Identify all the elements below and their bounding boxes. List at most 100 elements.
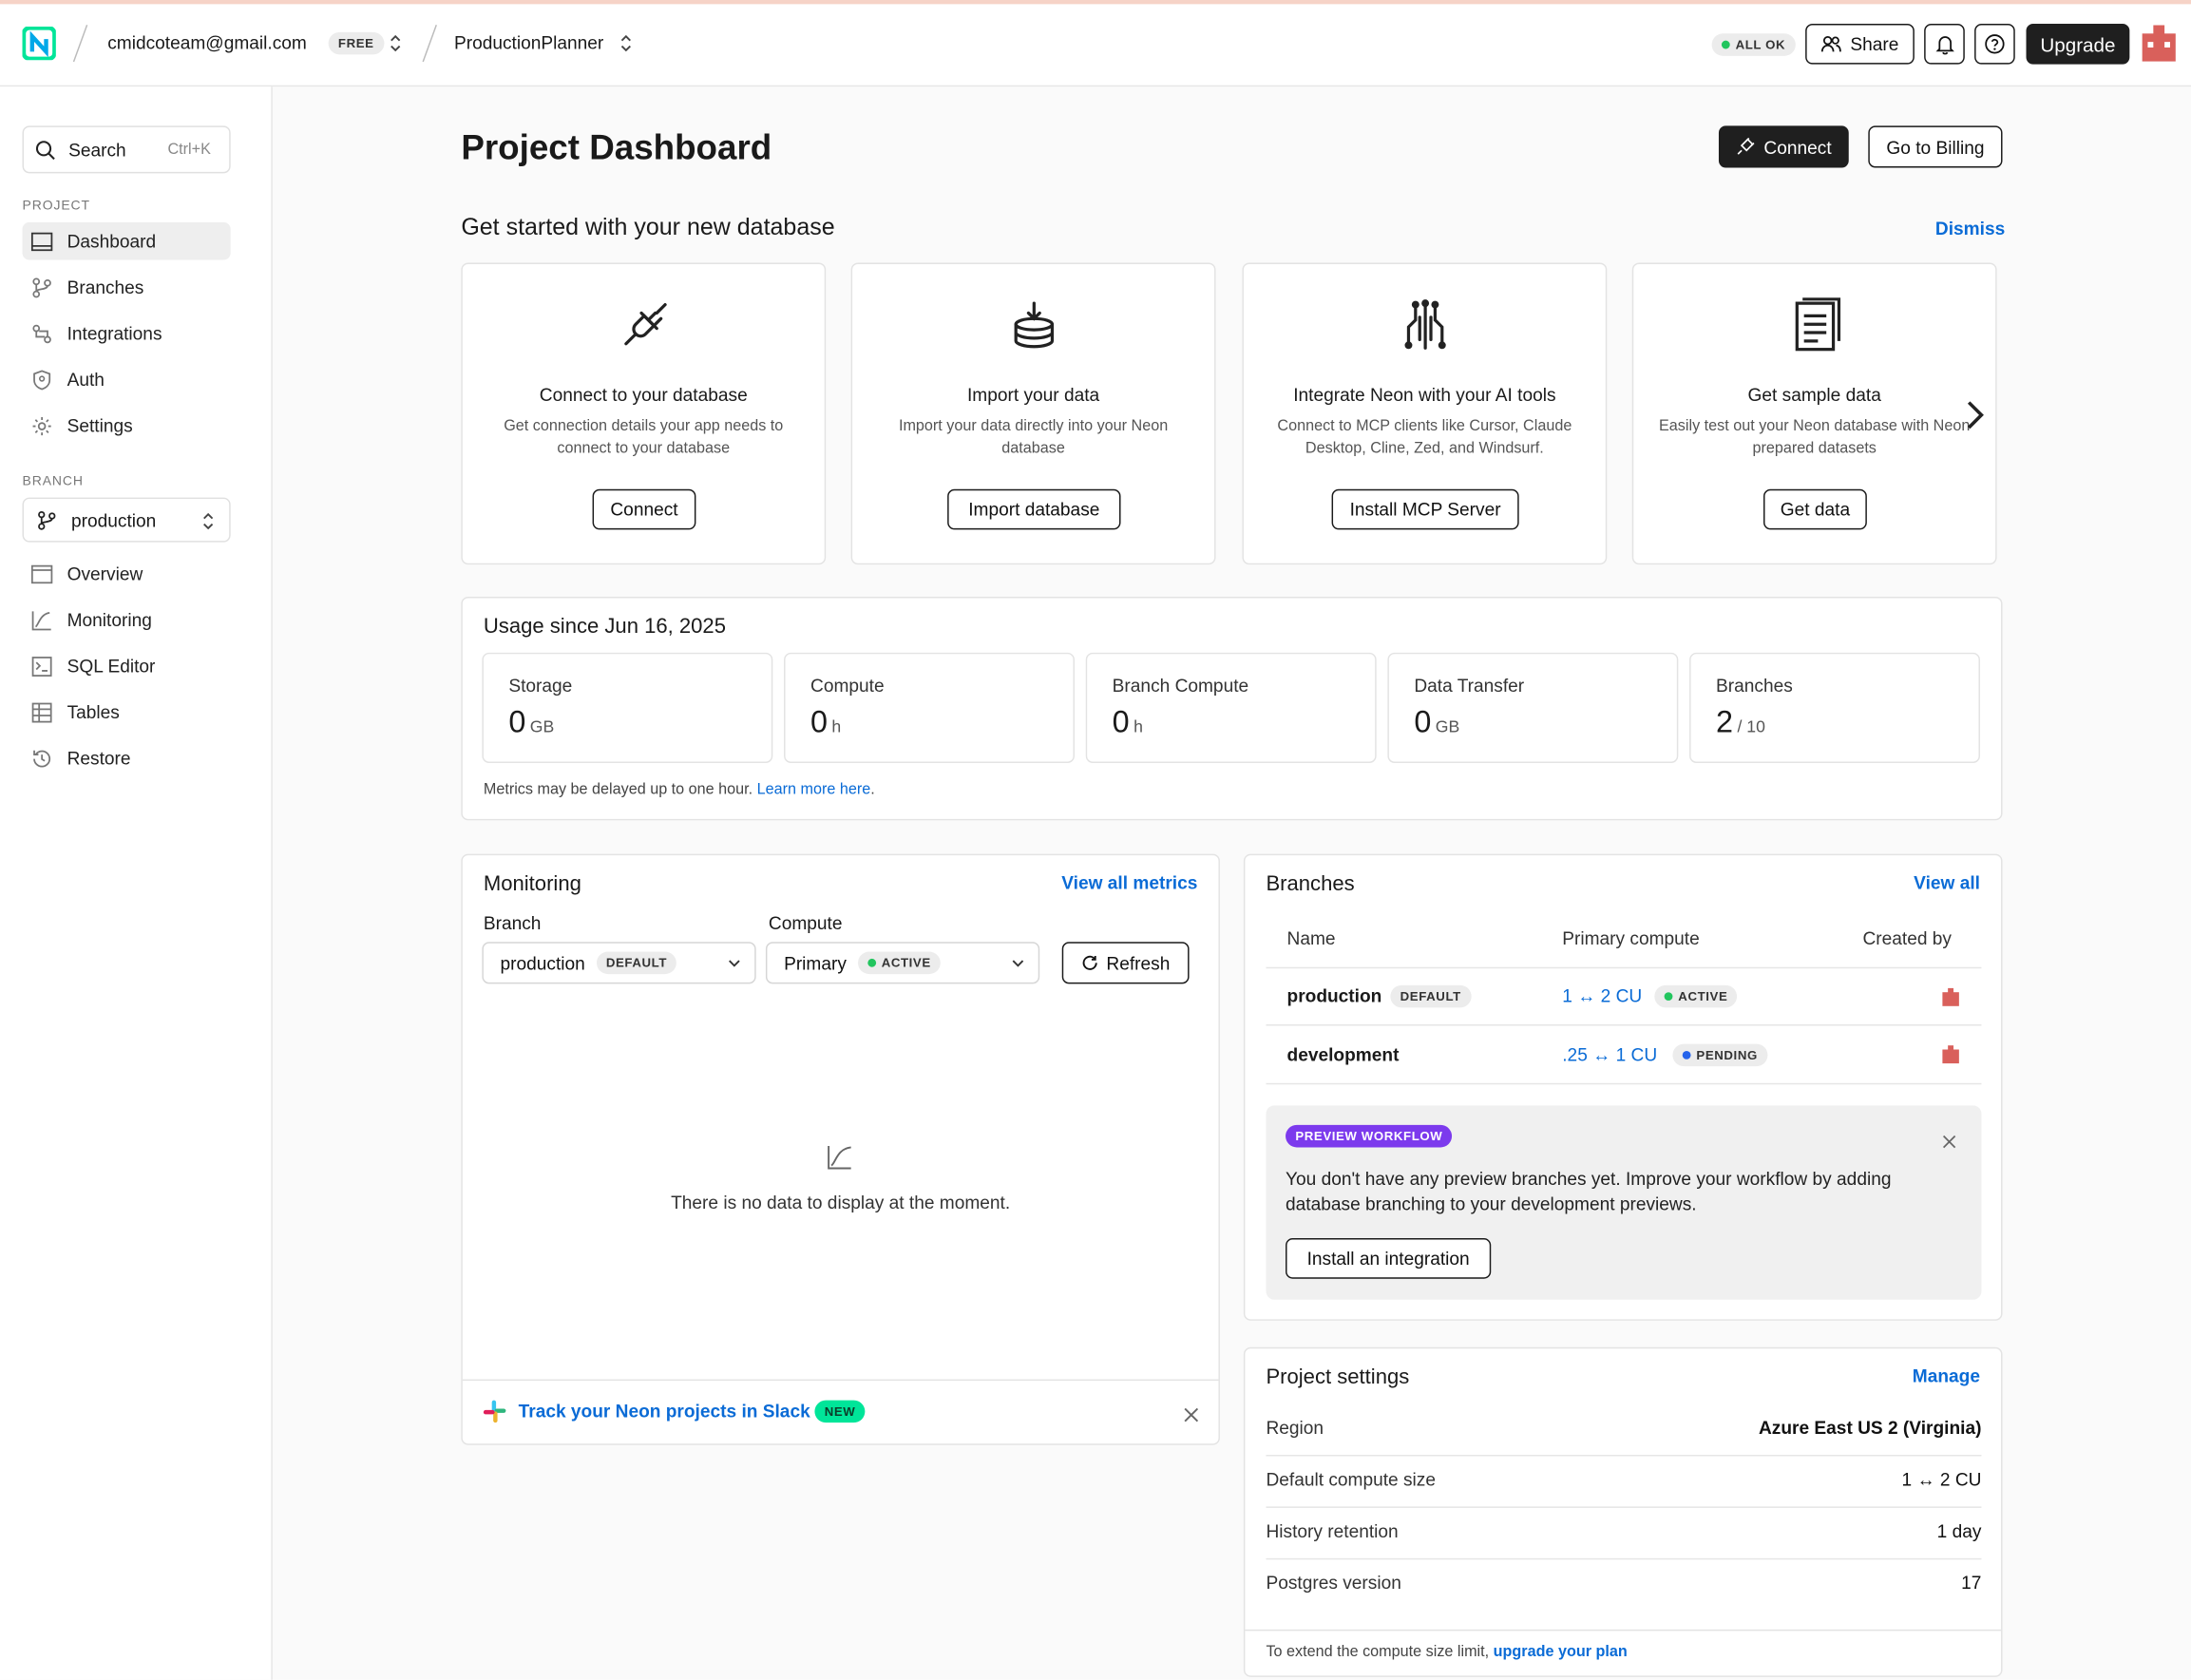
plug-icon	[1738, 137, 1755, 155]
refresh-button[interactable]: Refresh	[1061, 942, 1190, 984]
metric-branches: Branches 2/ 10	[1689, 652, 1980, 764]
integrations-icon	[32, 324, 51, 343]
preview-workflow-badge: PREVIEW WORKFLOW	[1286, 1124, 1453, 1148]
chevron-updown-icon	[203, 512, 214, 530]
page-title: Project Dashboard	[461, 128, 772, 168]
settings-row-compute-size: Default compute size 1 ↔ 2 CU	[1266, 1452, 1981, 1503]
settings-key: Region	[1266, 1417, 1324, 1439]
metric-number: 0	[1112, 704, 1130, 740]
card-title: Import your data	[966, 384, 1100, 406]
carousel-next-icon[interactable]	[1959, 397, 1990, 441]
sidebar-item-monitoring[interactable]: Monitoring	[23, 601, 231, 639]
status-dot	[1682, 1050, 1691, 1060]
compute-range-link[interactable]: .25 ↔ 1 CU	[1562, 1044, 1657, 1065]
card-description: Import your data directly into your Neon…	[898, 417, 1169, 457]
settings-value: 1 day	[1936, 1520, 1982, 1542]
project-switcher-icon[interactable]	[619, 32, 634, 62]
sidebar-item-settings[interactable]: Settings	[23, 407, 231, 445]
status-badge: ALL OK	[1711, 33, 1796, 56]
account-switcher-icon[interactable]	[389, 32, 403, 62]
slack-icon	[482, 1399, 506, 1431]
preview-workflow-callout: PREVIEW WORKFLOW You don't have any prev…	[1266, 1105, 1982, 1300]
avatar[interactable]	[2142, 25, 2176, 68]
settings-key: History retention	[1266, 1520, 1399, 1542]
sidebar-item-label: Dashboard	[67, 230, 157, 252]
branches-title: Branches	[1266, 871, 1355, 896]
go-to-billing-button[interactable]: Go to Billing	[1868, 125, 2003, 168]
empty-state-text: There is no data to display at the momen…	[671, 1192, 1011, 1213]
search-input[interactable]: Search Ctrl+K	[22, 125, 231, 174]
card-connect-button[interactable]: Connect	[592, 488, 696, 530]
branch-name-development[interactable]: development	[1287, 1044, 1400, 1065]
sidebar-item-label: Overview	[67, 563, 143, 584]
metric-number: 0	[810, 704, 829, 740]
settings-row-history: History retention 1 day	[1266, 1503, 1981, 1555]
connect-button[interactable]: Connect	[1718, 125, 1849, 168]
sidebar-item-restore[interactable]: Restore	[23, 739, 231, 777]
upgrade-button[interactable]: Upgrade	[2026, 24, 2130, 65]
install-integration-button[interactable]: Install an integration	[1286, 1238, 1492, 1279]
close-icon[interactable]	[1184, 1404, 1199, 1429]
usage-note-text: Metrics may be delayed up to one hour.	[483, 781, 753, 798]
manage-link[interactable]: Manage	[1913, 1365, 1980, 1386]
branch-filter-label: Branch	[483, 912, 542, 934]
close-icon[interactable]	[1942, 1131, 1956, 1155]
account-email[interactable]: cmidcoteam@gmail.com	[107, 32, 307, 53]
sidebar-item-dashboard[interactable]: Dashboard	[22, 221, 231, 260]
sidebar-item-tables[interactable]: Tables	[23, 693, 231, 731]
sidebar-item-sql-editor[interactable]: SQL Editor	[23, 647, 231, 685]
notifications-button[interactable]	[1924, 24, 1965, 65]
refresh-label: Refresh	[1106, 952, 1171, 974]
metric-unit: GB	[529, 716, 555, 737]
compute-filter-label: Compute	[768, 912, 843, 934]
learn-more-link[interactable]: Learn more here	[757, 781, 871, 798]
import-database-button[interactable]: Import database	[947, 488, 1121, 530]
branch-select[interactable]: production DEFAULT	[482, 942, 756, 984]
search-shortcut: Ctrl+K	[167, 141, 211, 159]
card-title: Connect to your database	[539, 384, 748, 406]
metric-value: 0 GB	[1414, 704, 1459, 740]
new-badge: NEW	[814, 1400, 866, 1423]
sidebar-item-auth[interactable]: Auth	[23, 360, 231, 398]
project-name[interactable]: ProductionPlanner	[454, 32, 603, 53]
metric-unit: h	[831, 716, 842, 737]
view-all-metrics-link[interactable]: View all metrics	[1061, 872, 1197, 893]
column-header-primary-compute: Primary compute	[1562, 927, 1700, 949]
branch-name-production[interactable]: production	[1287, 985, 1382, 1006]
table-icon	[31, 701, 52, 722]
pending-badge: PENDING	[1672, 1043, 1768, 1067]
get-data-button[interactable]: Get data	[1763, 488, 1867, 530]
preview-workflow-text: You don't have any preview branches yet.…	[1286, 1168, 1892, 1215]
help-button[interactable]	[1974, 24, 2015, 65]
compute-select-value: Primary	[784, 952, 847, 974]
branch-selector[interactable]: production	[22, 497, 231, 543]
share-button[interactable]: Share	[1805, 24, 1915, 65]
monitoring-title: Monitoring	[483, 871, 581, 896]
sidebar-item-label: Tables	[67, 701, 120, 723]
slack-promo-link[interactable]: Track your Neon projects in Slack	[519, 1401, 810, 1422]
upgrade-plan-link[interactable]: upgrade your plan	[1494, 1644, 1628, 1661]
connect-button-label: Connect	[1763, 136, 1832, 158]
sidebar-item-label: Restore	[67, 747, 131, 769]
install-mcp-server-button[interactable]: Install MCP Server	[1331, 488, 1519, 530]
metric-number: 0	[1414, 704, 1432, 740]
view-all-branches-link[interactable]: View all	[1914, 872, 1980, 893]
settings-value: 1 ↔ 2 CU	[1901, 1468, 1982, 1490]
compute-select[interactable]: Primary ACTIVE	[765, 942, 1040, 984]
breadcrumb-separator	[422, 24, 437, 63]
compute-range-link[interactable]: 1 ↔ 2 CU	[1562, 985, 1642, 1006]
sidebar-item-integrations[interactable]: Integrations	[23, 315, 231, 353]
document-icon	[1633, 297, 1995, 353]
sidebar-item-overview[interactable]: Overview	[23, 555, 231, 593]
status-dot	[867, 958, 876, 967]
status-dot	[1664, 992, 1673, 1002]
settings-footer-text: To extend the compute size limit,	[1266, 1643, 1490, 1661]
dismiss-link[interactable]: Dismiss	[1935, 218, 2005, 239]
metric-value: 0h	[810, 704, 841, 740]
neon-logo-icon[interactable]	[21, 26, 57, 67]
get-started-card-import: Import your data Import your data direct…	[850, 262, 1216, 565]
search-icon	[35, 141, 55, 161]
active-badge-label: ACTIVE	[881, 955, 931, 970]
usage-title: Usage since Jun 16, 2025	[483, 615, 726, 640]
sidebar-item-branches[interactable]: Branches	[23, 268, 231, 306]
